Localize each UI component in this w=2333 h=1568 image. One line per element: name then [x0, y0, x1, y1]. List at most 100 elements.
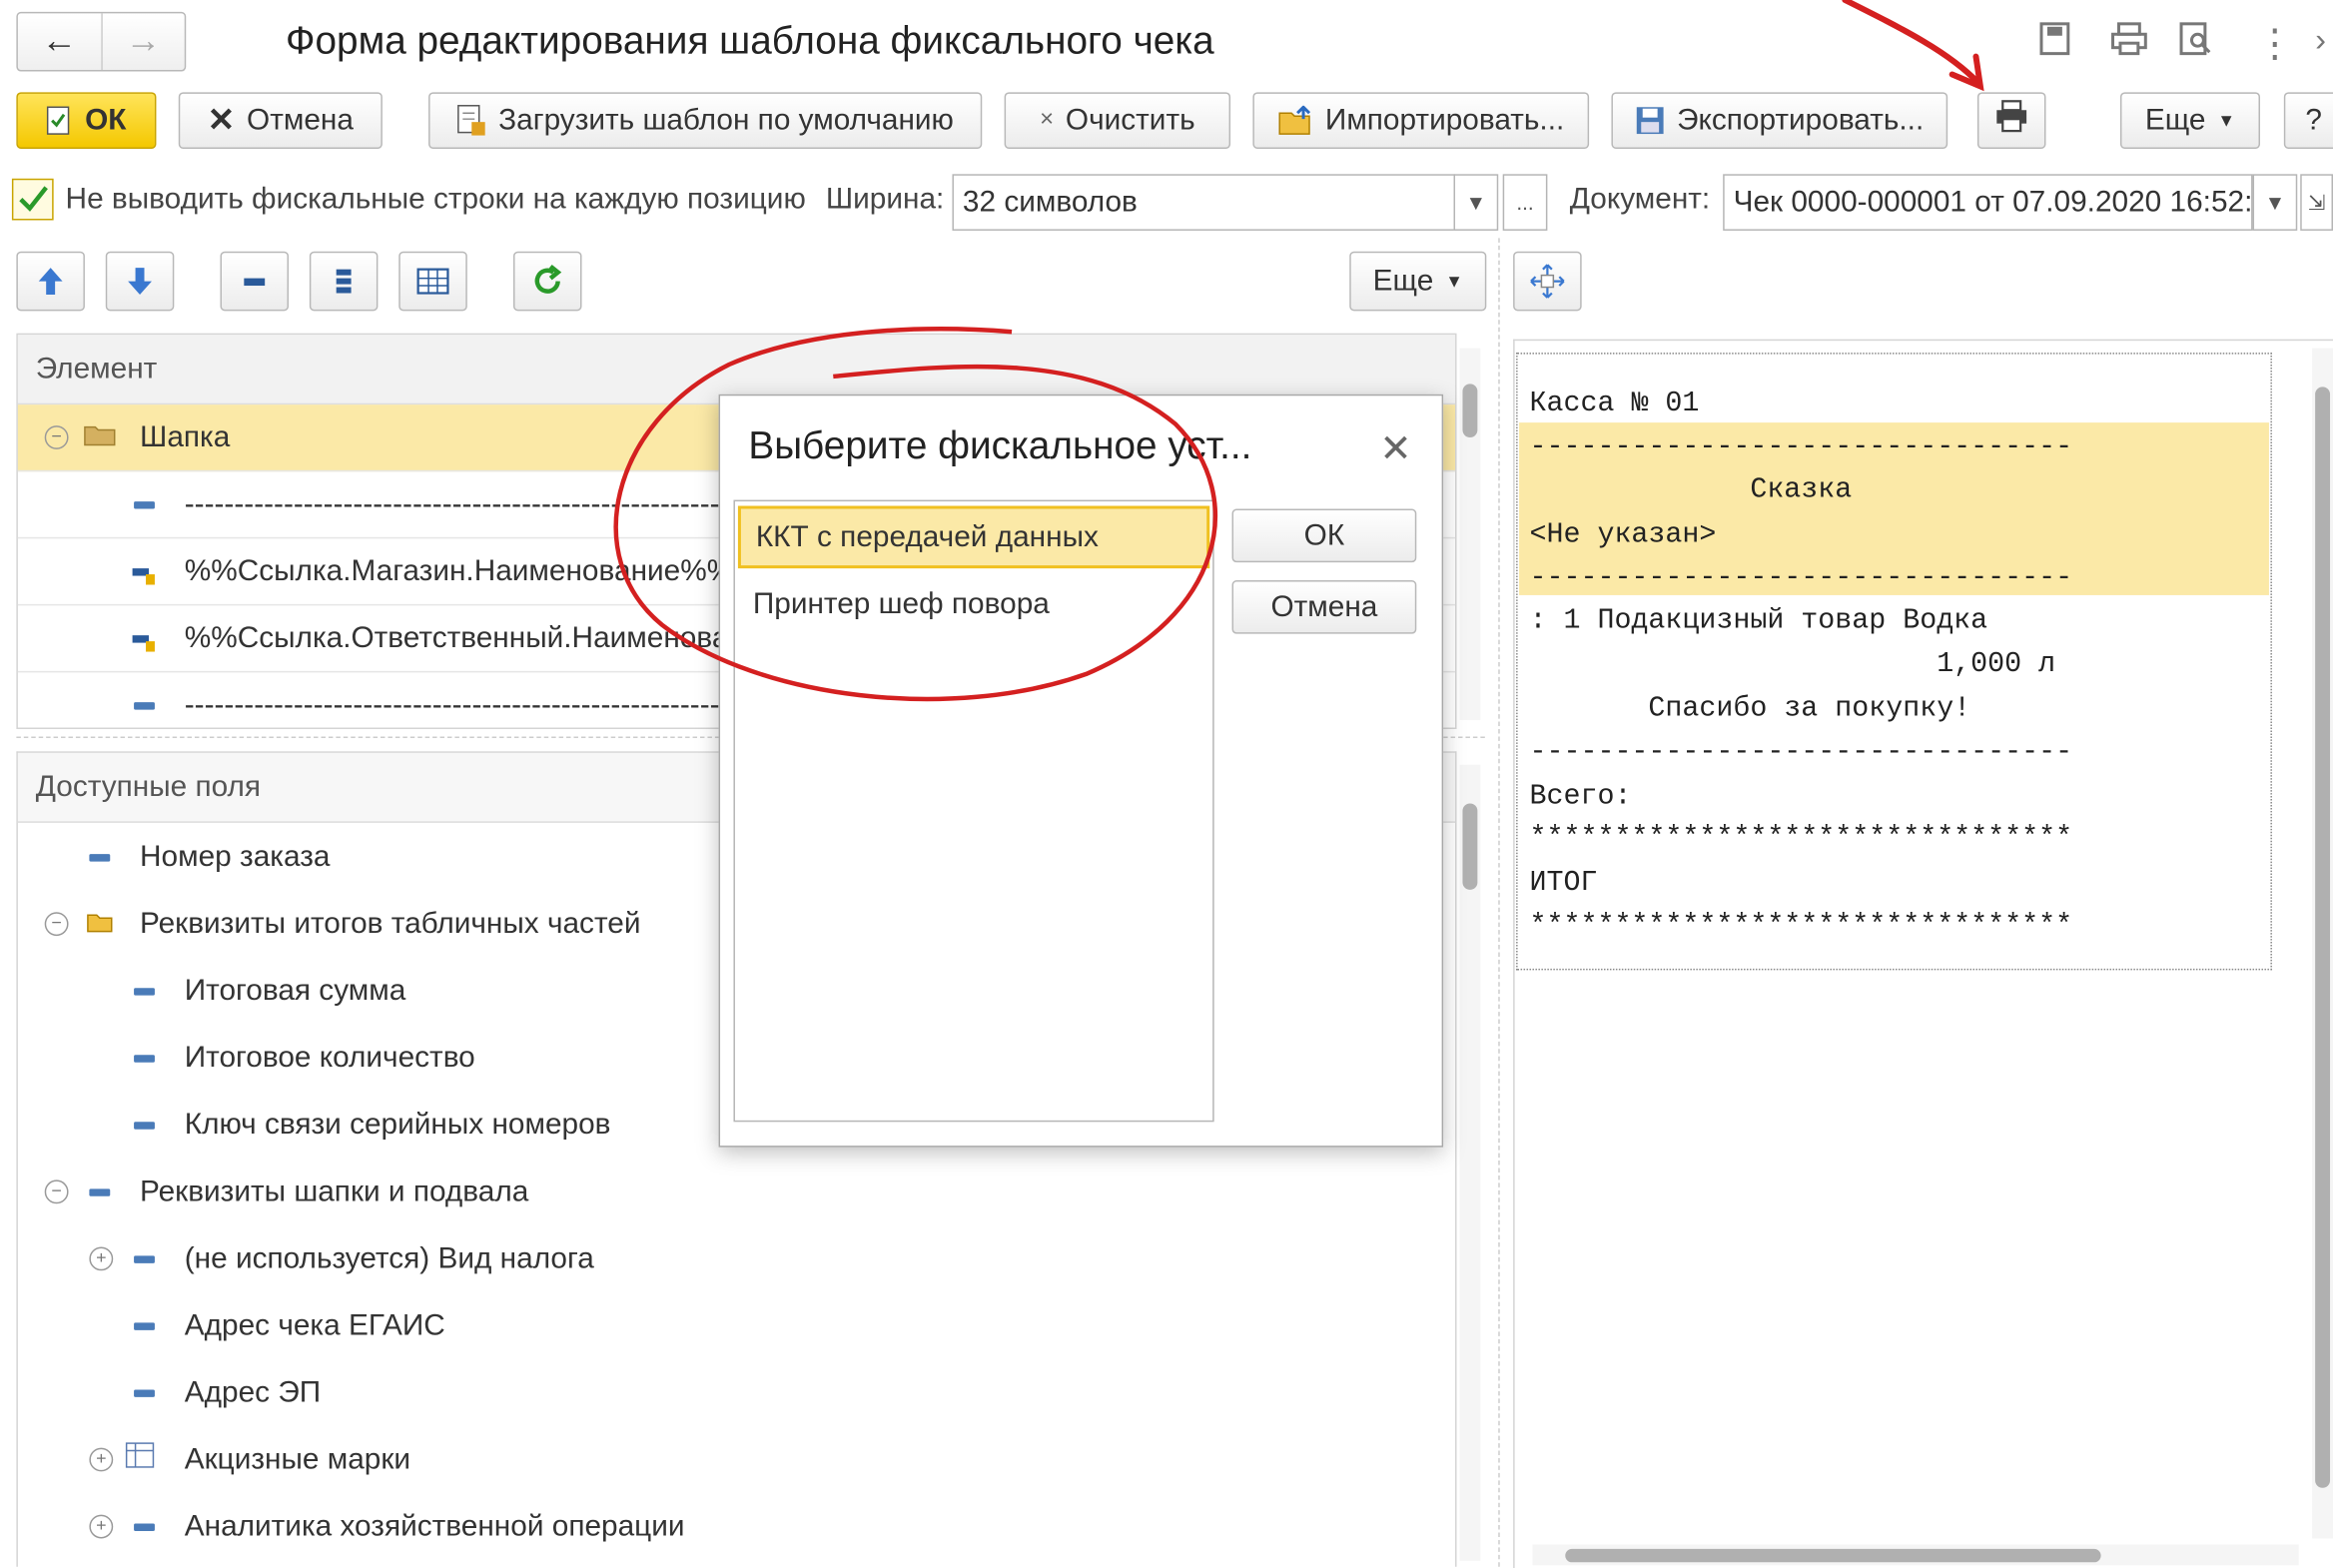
tree-row[interactable]: + Аналитика хозяйственной операции — [18, 1494, 1455, 1560]
expand-icon[interactable]: + — [89, 1246, 114, 1271]
add-group-button[interactable] — [309, 251, 379, 312]
receipt-line: Спасибо за покупку! — [1529, 691, 1971, 725]
document-field[interactable]: Чек 0000-000001 от 07.09.2020 16:52: — [1723, 174, 2253, 231]
add-table-button[interactable] — [398, 251, 467, 312]
clear-x-icon: × — [1040, 107, 1054, 133]
move-up-button[interactable] — [16, 251, 85, 312]
list-icon — [336, 269, 352, 294]
dialog-ok-button[interactable]: ОК — [1231, 508, 1417, 563]
field-icon — [134, 1121, 155, 1130]
cancel-button[interactable]: ✕ Отмена — [178, 92, 383, 149]
receipt-line: Сказка — [1529, 472, 1853, 506]
tree-row[interactable]: Адрес чека ЕГАИС — [18, 1293, 1455, 1359]
field-link-icon — [131, 561, 158, 585]
arrow-down-icon — [128, 268, 152, 295]
forward-arrow-icon[interactable]: → — [102, 13, 185, 70]
close-icon[interactable]: › — [2315, 21, 2326, 60]
collapse-icon[interactable]: − — [44, 425, 69, 449]
dialog-cancel-button[interactable]: Отмена — [1231, 580, 1417, 634]
print-button[interactable] — [1976, 92, 2046, 149]
form-window: ← → Форма редактирования шаблона фиксаль… — [0, 0, 2333, 1568]
dropdown-arrow-icon: ▼ — [2217, 110, 2236, 132]
field-icon — [134, 1321, 155, 1330]
elements-scrollbar[interactable] — [1459, 348, 1481, 721]
receipt-line: ******************************** — [1529, 909, 2073, 943]
scrollbar-thumb[interactable] — [1462, 384, 1478, 438]
import-button[interactable]: Импортировать... — [1252, 92, 1590, 149]
expand-icon[interactable]: + — [89, 1447, 114, 1472]
receipt-line: ИТОГ — [1529, 866, 1598, 899]
annotation-ellipse-icon — [613, 327, 1218, 702]
receipt-line: -------------------------------- — [1529, 429, 2073, 463]
receipt-line: Касса № 01 — [1529, 387, 1700, 420]
no-fiscal-lines-label: Не выводить фискальные строки на каждую … — [65, 183, 806, 217]
refresh-icon — [534, 265, 562, 294]
tree-row[interactable]: − Реквизиты шапки и подвала — [18, 1160, 1455, 1225]
no-fiscal-lines-checkbox[interactable] — [11, 178, 54, 221]
width-select-button[interactable]: ... — [1502, 174, 1548, 231]
ok-button[interactable]: ОК — [16, 92, 157, 149]
import-folder-icon — [1277, 105, 1313, 136]
receipt-line: : 1 Подакцизный товар Водка — [1529, 603, 1988, 637]
refresh-button[interactable] — [512, 251, 582, 312]
add-line-button[interactable] — [220, 251, 290, 312]
load-default-template-button[interactable]: Загрузить шаблон по умолчанию — [428, 92, 983, 149]
scrollbar-thumb[interactable] — [2315, 387, 2331, 1488]
tree-row[interactable]: + (не используется) Вид налога — [18, 1226, 1455, 1292]
width-dropdown-icon[interactable]: ▼ — [1453, 174, 1499, 231]
clear-button[interactable]: × Очистить — [1004, 92, 1231, 149]
field-icon — [134, 987, 155, 995]
preview-vertical-scrollbar[interactable] — [2312, 348, 2333, 1539]
receipt-line: -------------------------------- — [1529, 560, 2073, 594]
move-down-button[interactable] — [105, 251, 175, 312]
width-field[interactable]: 32 символов — [952, 174, 1456, 231]
document-label: Документ: — [1569, 183, 1711, 217]
save-icon[interactable] — [2038, 21, 2071, 66]
collapse-icon[interactable]: − — [44, 1179, 69, 1204]
tree-row[interactable]: + Акцизные марки — [18, 1427, 1455, 1493]
collapse-icon[interactable]: − — [44, 912, 69, 937]
back-arrow-icon[interactable]: ← — [18, 13, 103, 71]
tree-more-button[interactable]: Еще ▼ — [1349, 251, 1487, 312]
vertical-splitter[interactable] — [1498, 238, 1500, 1567]
annotation-arrow-icon — [1842, 0, 1984, 92]
help-button[interactable]: ? — [2283, 92, 2333, 149]
preview-horizontal-scrollbar[interactable] — [1532, 1544, 2299, 1566]
document-check-icon — [46, 106, 73, 136]
move-element-button[interactable] — [1513, 251, 1582, 312]
template-load-icon — [456, 104, 486, 137]
export-button[interactable]: Экспортировать... — [1611, 92, 1948, 149]
receipt-line: 1,000 л — [1529, 647, 2056, 680]
line-item-icon — [134, 701, 155, 709]
receipt-line: ******************************** — [1529, 821, 2073, 855]
width-label: Ширина: — [825, 183, 945, 217]
page-title: Форма редактирования шаблона фиксального… — [286, 17, 1214, 63]
document-open-icon[interactable]: ⇲ — [2300, 174, 2333, 231]
close-icon[interactable]: ✕ — [1379, 425, 1411, 471]
document-dropdown-icon[interactable]: ▼ — [2252, 174, 2298, 231]
floppy-icon — [1635, 106, 1665, 136]
fields-scrollbar[interactable] — [1459, 764, 1481, 1561]
table-icon — [416, 268, 449, 295]
field-link-icon — [131, 628, 158, 652]
field-icon — [134, 1054, 155, 1062]
field-icon — [89, 1187, 111, 1196]
tree-row[interactable]: Адрес ЭП — [18, 1360, 1455, 1426]
scrollbar-thumb[interactable] — [1565, 1548, 2101, 1563]
folder-icon — [83, 420, 116, 454]
move-cross-icon — [1530, 264, 1565, 299]
field-icon — [134, 1254, 155, 1263]
more-button[interactable]: Еще ▼ — [2119, 92, 2261, 149]
preview-icon[interactable] — [2178, 21, 2214, 66]
expand-icon[interactable]: + — [89, 1514, 114, 1539]
more-vertical-icon[interactable]: ⋮ — [2256, 21, 2295, 67]
table-icon — [125, 1442, 155, 1478]
scrollbar-thumb[interactable] — [1462, 803, 1478, 890]
dropdown-arrow-icon: ▼ — [1445, 271, 1463, 293]
field-icon — [89, 853, 111, 861]
x-icon: ✕ — [207, 101, 236, 139]
navigation-arrows: ← → — [16, 11, 187, 72]
receipt-line: Всего: — [1529, 779, 1632, 813]
print-icon[interactable] — [2110, 21, 2149, 66]
field-icon — [134, 1522, 155, 1531]
